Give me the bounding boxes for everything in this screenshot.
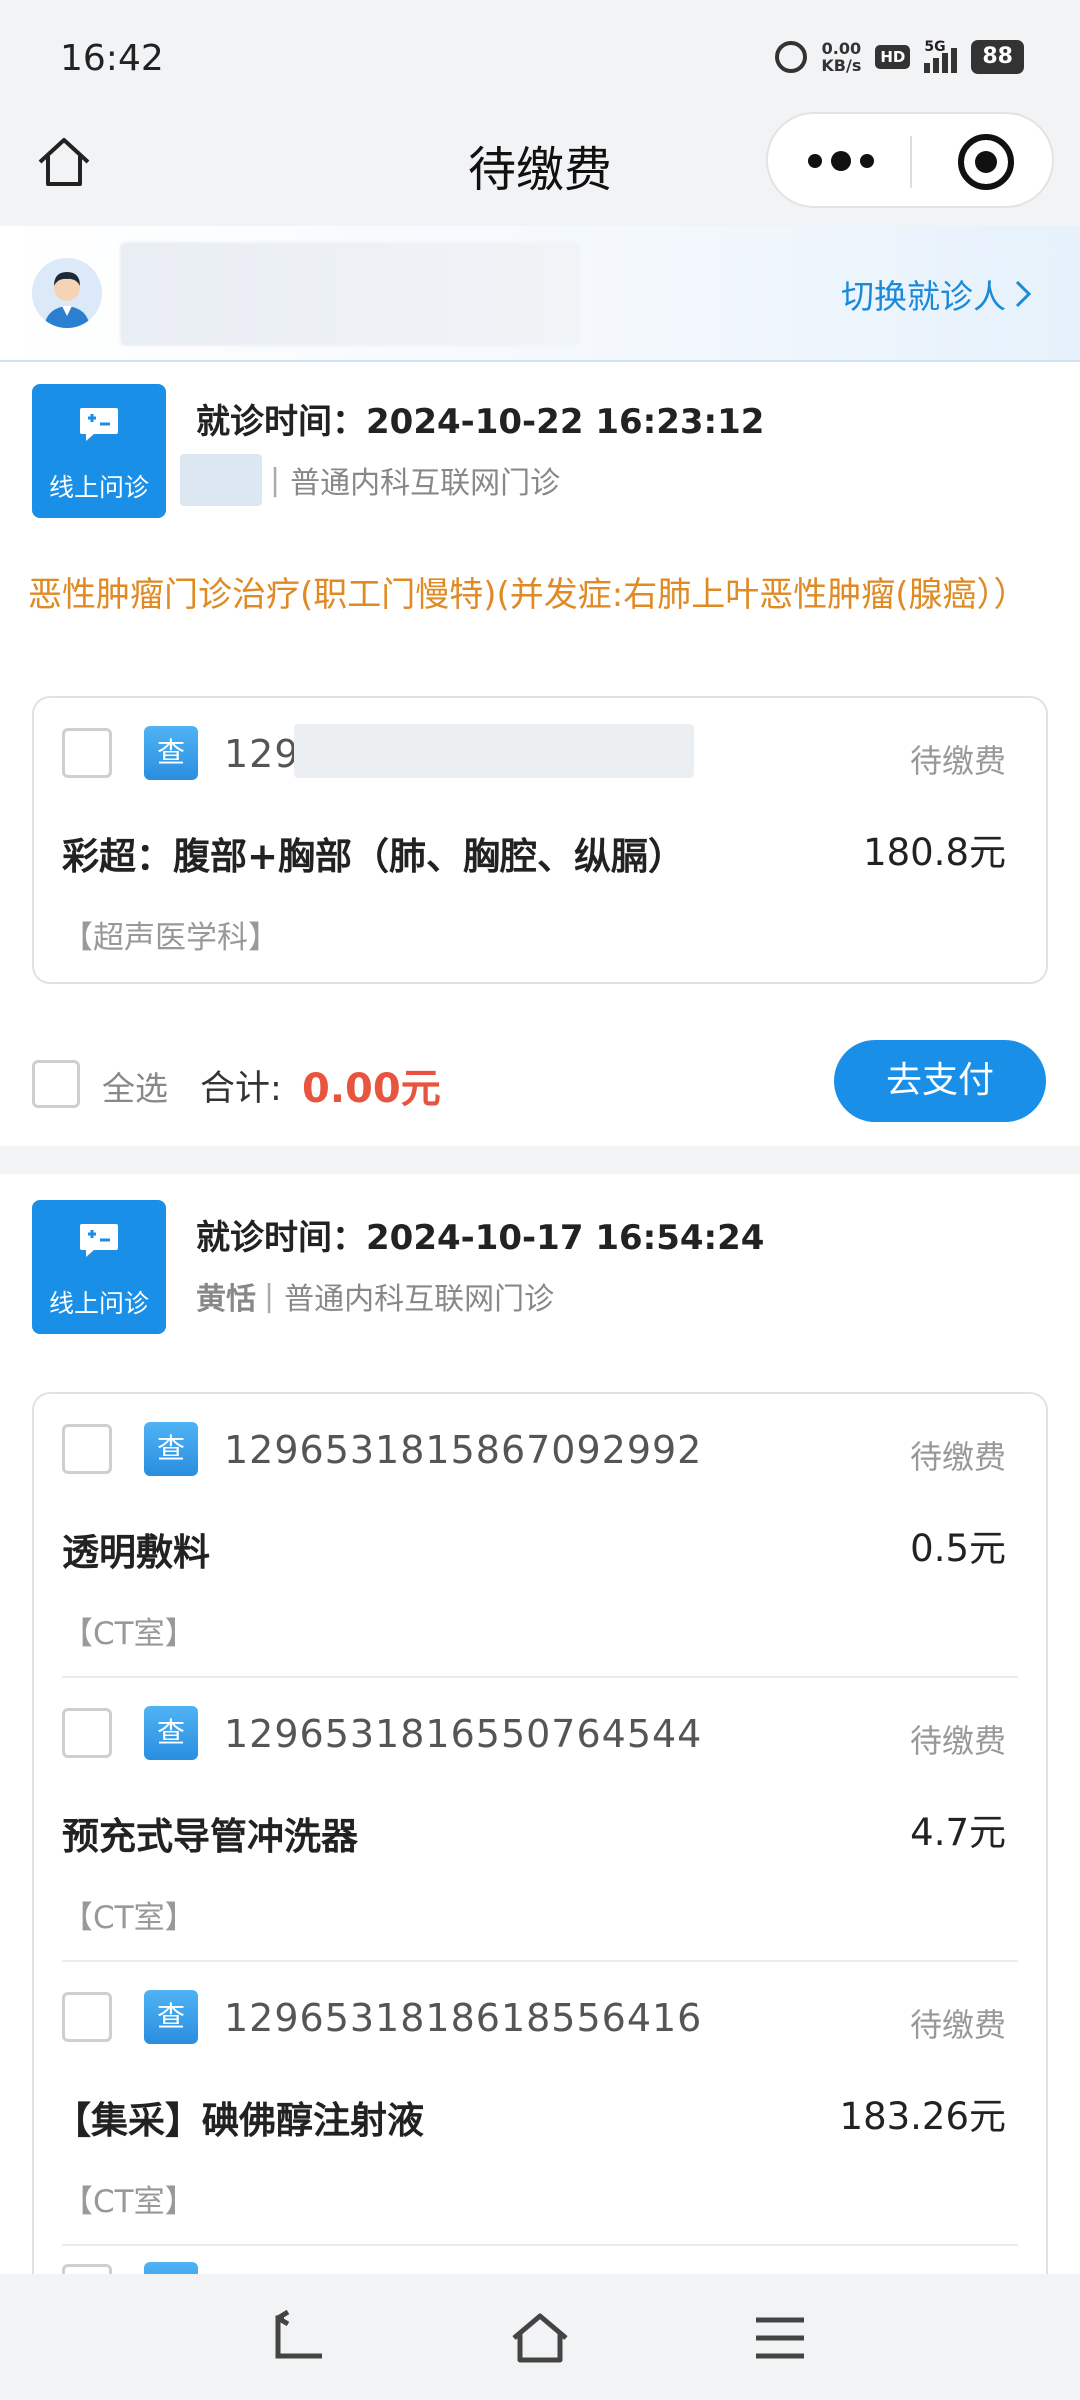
item-dept: 【CT室】 bbox=[62, 1616, 196, 1652]
visit-time: 就诊时间：2024-10-17 16:54:24 bbox=[196, 1218, 765, 1258]
order-number: 129 bbox=[224, 732, 300, 776]
online-consult-badge: 线上问诊 bbox=[32, 384, 166, 518]
pay-button[interactable]: 去支付 bbox=[834, 1040, 1046, 1122]
capsule-divider bbox=[910, 136, 912, 188]
switch-patient-link[interactable]: 切换就诊人 bbox=[841, 270, 1032, 318]
item-checkbox[interactable] bbox=[62, 1424, 112, 1474]
back-icon[interactable] bbox=[270, 2310, 330, 2366]
chat-icon bbox=[80, 408, 118, 441]
item-dept: 【CT室】 bbox=[62, 2184, 196, 2220]
check-tag: 查 bbox=[144, 726, 198, 780]
item-name: 【集采】碘佛醇注射液 bbox=[54, 2099, 424, 2142]
items-box: 查 1296531815867092992 待缴费 透明敷料 0.5元 【CT室… bbox=[32, 1392, 1048, 2316]
department: 普通内科互联网门诊 bbox=[284, 1282, 555, 1317]
separator: | bbox=[264, 1278, 275, 1314]
badge-label: 线上问诊 bbox=[48, 1289, 149, 1318]
department: 普通内科互联网门诊 bbox=[290, 466, 561, 501]
online-consult-badge: 线上问诊 bbox=[32, 1200, 166, 1334]
home-icon[interactable] bbox=[510, 2310, 570, 2366]
visit-subtitle: 黄恬 | 普通内科互联网门诊 bbox=[180, 1274, 554, 1318]
payment-footer: 全选 合计: 0.00元 去支付 bbox=[0, 1032, 1080, 1132]
doctor-name-redacted bbox=[180, 454, 262, 506]
chevron-right-icon bbox=[1015, 280, 1032, 308]
check-tag: 查 bbox=[144, 1706, 198, 1760]
item-price: 4.7元 bbox=[910, 1811, 1006, 1854]
total-value: 0.00元 bbox=[302, 1066, 441, 1112]
order-number: 1296531815867092992 bbox=[224, 1428, 703, 1472]
select-all-checkbox[interactable] bbox=[32, 1060, 80, 1108]
diagnosis-text: 恶性肿瘤门诊治疗(职工门慢特)(并发症:右肺上叶恶性肿瘤(腺癌）） bbox=[28, 575, 1028, 615]
item-name: 透明敷料 bbox=[62, 1531, 210, 1574]
switch-patient-label: 切换就诊人 bbox=[841, 277, 1006, 316]
more-dots-icon[interactable] bbox=[808, 146, 874, 176]
item-price: 183.26元 bbox=[839, 2095, 1006, 2138]
speed-unit: KB/s bbox=[821, 56, 862, 75]
mini-program-capsule bbox=[766, 112, 1054, 208]
order-number-redacted bbox=[294, 724, 694, 778]
total-label: 合计: bbox=[200, 1069, 282, 1109]
visit-card: 线上问诊 就诊时间：2024-10-17 16:54:24 黄恬 | 普通内科互… bbox=[0, 1174, 1080, 2316]
battery-icon: 88 bbox=[971, 40, 1024, 74]
check-tag: 查 bbox=[144, 1422, 198, 1476]
status-time: 16:42 bbox=[60, 38, 164, 79]
bill-item: 查 1296531815867092992 待缴费 透明敷料 0.5元 【CT室… bbox=[34, 1394, 1046, 1678]
item-status: 待缴费 bbox=[909, 1722, 1006, 1760]
item-status: 待缴费 bbox=[909, 2006, 1006, 2044]
item-status: 待缴费 bbox=[909, 742, 1006, 780]
patient-name-redacted bbox=[120, 242, 580, 346]
hd-icon: HD bbox=[875, 45, 911, 69]
network-type: 5G bbox=[924, 39, 946, 55]
signal-icon: 5G bbox=[924, 39, 958, 73]
order-number: 1296531818618556416 bbox=[224, 1996, 703, 2040]
item-status: 待缴费 bbox=[909, 1438, 1006, 1476]
badge-label: 线上问诊 bbox=[48, 473, 149, 502]
separator: | bbox=[270, 462, 281, 498]
order-number: 1296531816550764544 bbox=[224, 1712, 703, 1756]
bill-item: 查 1296531816550764544 待缴费 预充式导管冲洗器 4.7元 … bbox=[34, 1678, 1046, 1962]
item-checkbox[interactable] bbox=[62, 1992, 112, 2042]
alarm-icon bbox=[775, 41, 808, 73]
target-icon[interactable] bbox=[958, 134, 1014, 190]
item-checkbox[interactable] bbox=[62, 728, 112, 778]
patient-bar: 切换就诊人 bbox=[0, 226, 1080, 362]
item-dept: 【超声医学科】 bbox=[62, 920, 279, 956]
menu-icon[interactable] bbox=[750, 2310, 810, 2366]
nav-bar: 待缴费 bbox=[0, 110, 1080, 226]
visit-subtitle: | 普通内科互联网门诊 bbox=[180, 454, 560, 506]
visit-card: 线上问诊 就诊时间：2024-10-22 16:23:12 | 普通内科互联网门… bbox=[0, 362, 1080, 1146]
network-speed: 0.00 KB/s bbox=[821, 40, 861, 74]
item-price: 0.5元 bbox=[910, 1527, 1006, 1570]
status-icons: 0.00 KB/s HD 5G 88 bbox=[775, 39, 1024, 74]
item-price: 180.8元 bbox=[863, 831, 1006, 874]
item-name: 预充式导管冲洗器 bbox=[62, 1815, 358, 1858]
avatar bbox=[32, 258, 102, 328]
speed-value: 0.00 bbox=[821, 39, 862, 58]
bill-item: 查 1296531818618556416 待缴费 【集采】碘佛醇注射液 183… bbox=[34, 1962, 1046, 2246]
system-nav-bar bbox=[0, 2274, 1080, 2400]
item-name: 彩超：腹部+胸部（肺、胸腔、纵膈） bbox=[62, 835, 686, 878]
status-bar: 16:42 0.00 KB/s HD 5G 88 bbox=[0, 0, 1080, 120]
check-tag: 查 bbox=[144, 1990, 198, 2044]
doctor-name: 黄恬 bbox=[196, 1282, 256, 1317]
select-all-label[interactable]: 全选 bbox=[102, 1062, 168, 1110]
visit-time: 就诊时间：2024-10-22 16:23:12 bbox=[196, 402, 765, 442]
chat-icon bbox=[80, 1224, 118, 1257]
item-dept: 【CT室】 bbox=[62, 1900, 196, 1936]
item-checkbox[interactable] bbox=[62, 1708, 112, 1758]
bill-item: 查 129 待缴费 彩超：腹部+胸部（肺、胸腔、纵膈） 180.8元 【超声医学… bbox=[34, 698, 1046, 982]
items-box: 查 129 待缴费 彩超：腹部+胸部（肺、胸腔、纵膈） 180.8元 【超声医学… bbox=[32, 696, 1048, 984]
